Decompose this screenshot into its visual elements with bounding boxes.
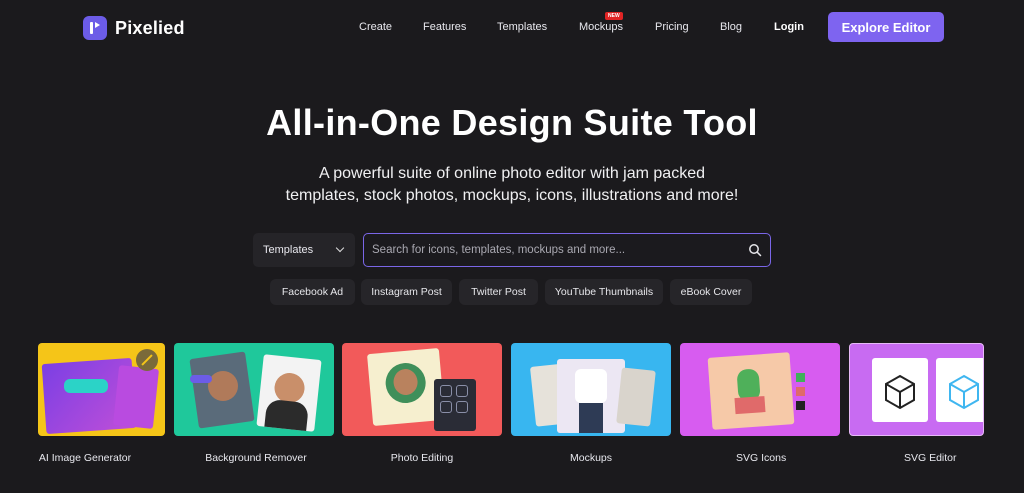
cube-blue-icon (949, 374, 979, 410)
hero-subtitle-line-1: A powerful suite of online photo editor … (318, 165, 705, 182)
nav-link-mockups[interactable]: Mockups (579, 21, 623, 33)
tag-ebook-cover[interactable]: eBook Cover (670, 279, 752, 305)
tag-youtube-thumbnails[interactable]: YouTube Thumbnails (545, 279, 663, 305)
swatch-red (796, 387, 805, 396)
nav-link-create[interactable]: Create (359, 21, 392, 33)
person-face-left (208, 371, 238, 401)
category-select[interactable]: Templates (253, 233, 355, 267)
tool-card-ai-image-generator[interactable] (38, 343, 165, 436)
tool-label-svg-editor: SVG Editor (904, 452, 957, 464)
hero-title: All-in-One Design Suite Tool (266, 102, 758, 143)
tool-card-svg-icons[interactable] (680, 343, 840, 436)
hero-subtitle-line-2: templates, stock photos, mockups, icons,… (285, 187, 739, 204)
category-select-value: Templates (263, 244, 314, 256)
search-bar: Templates (253, 233, 771, 267)
ai-portrait-back-image (112, 365, 160, 429)
top-navigation: Pixelied Create Features Templates Mocku… (0, 0, 1024, 56)
cube-outline-card (872, 358, 928, 422)
vr-goggles-shape (64, 379, 108, 393)
person-photo-right (256, 354, 322, 432)
cube-blue-card (936, 358, 983, 422)
cactus-illustration-frame (707, 352, 795, 430)
magic-wand-icon (136, 349, 158, 371)
tag-facebook-ad[interactable]: Facebook Ad (270, 279, 355, 305)
tool-label-mockups: Mockups (569, 452, 612, 464)
nav-link-templates[interactable]: Templates (497, 21, 547, 33)
nav-link-blog[interactable]: Blog (720, 21, 742, 33)
nav-link-features[interactable]: Features (423, 21, 466, 33)
explore-editor-button[interactable]: Explore Editor (828, 12, 944, 42)
tool-cards: AI Image Generator Background Remover Ph… (0, 343, 1024, 483)
login-link[interactable]: Login (774, 21, 804, 33)
tool-label-background-remover: Background Remover (205, 452, 307, 464)
tool-card-svg-editor[interactable] (849, 343, 984, 436)
search-input[interactable] (372, 240, 732, 260)
tag-instagram-post[interactable]: Instagram Post (361, 279, 452, 305)
tool-label-svg-icons: SVG Icons (736, 452, 787, 464)
tool-card-background-remover[interactable] (174, 343, 334, 436)
nav-link-pricing[interactable]: Pricing (655, 21, 689, 33)
swatch-black (796, 401, 805, 410)
swatch-green (796, 373, 805, 382)
tool-card-mockups[interactable] (511, 343, 671, 436)
chevron-down-icon (335, 243, 345, 253)
mockup-photo-right (616, 367, 656, 427)
search-box (363, 233, 771, 267)
new-badge: NEW (605, 12, 623, 20)
hero-subtitle: A powerful suite of online photo editor … (0, 163, 1024, 207)
tool-card-photo-editing[interactable] (342, 343, 502, 436)
tool-label-photo-editing: Photo Editing (390, 452, 454, 464)
editing-tools-panel (434, 379, 476, 431)
background-remover-chip (190, 375, 212, 383)
tag-twitter-post[interactable]: Twitter Post (459, 279, 538, 305)
tool-label-ai-image-generator: AI Image Generator (38, 452, 132, 464)
popular-tags: Facebook Ad Instagram Post Twitter Post … (0, 279, 1024, 305)
mockup-photo-center (557, 359, 625, 433)
cube-icon (885, 374, 915, 410)
search-icon[interactable] (748, 243, 762, 257)
